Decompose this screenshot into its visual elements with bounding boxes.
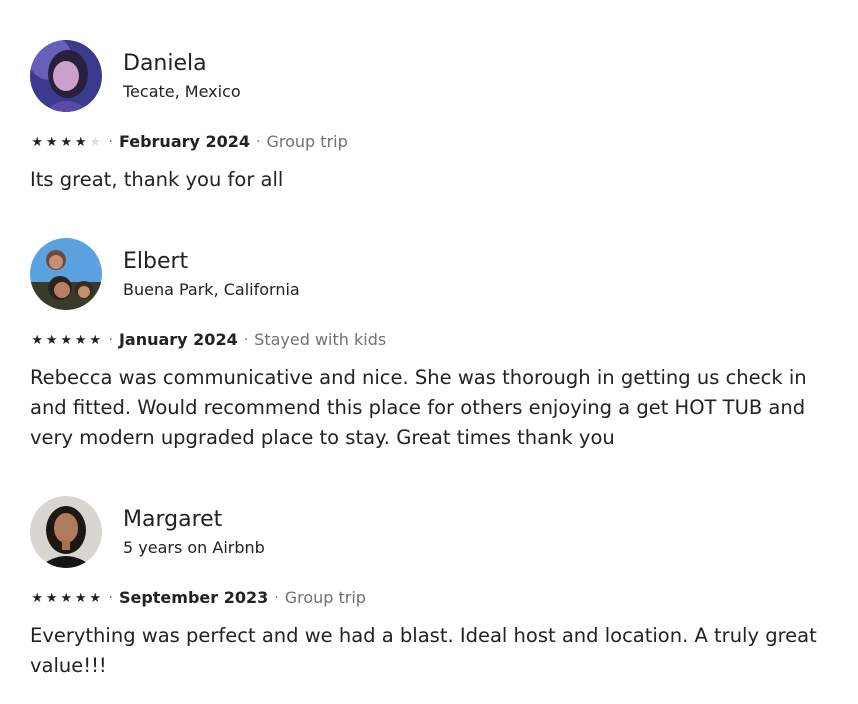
review-text: Rebecca was communicative and nice. She … (30, 366, 807, 449)
reviewer-name: Elbert (123, 248, 189, 274)
separator-dot: · (108, 590, 113, 606)
star-icon: ★ (89, 134, 102, 150)
star-icon: ★ (31, 134, 44, 150)
review-card: Margaret 5 years on Airbnb ★ ★ ★ ★ ★ · Septe… (30, 496, 840, 681)
avatar[interactable] (30, 496, 102, 568)
star-icon: ★ (45, 332, 58, 348)
star-icon: ★ (60, 134, 73, 150)
separator-dot: · (243, 332, 249, 348)
review-text: Its great, thank you for all (30, 168, 284, 191)
review-meta: ★ ★ ★ ★ ★ · January 2024 · Stayed with kids (30, 330, 840, 350)
trip-type: Group trip (284, 588, 366, 607)
separator-dot: · (108, 134, 113, 150)
reviewer-header: Daniela Tecate, Mexico (30, 40, 840, 112)
star-icon: ★ (45, 134, 58, 150)
review-date: January 2024 (118, 330, 238, 349)
star-icon: ★ (45, 590, 58, 606)
separator-dot: · (274, 590, 279, 606)
star-icon: ★ (89, 590, 102, 606)
review-date: September 2023 (118, 588, 269, 607)
star-icon: ★ (74, 134, 87, 150)
star-icon: ★ (74, 332, 87, 348)
review-meta: ★ ★ ★ ★ ★ · September 2023 · Group trip (30, 588, 840, 608)
review-card: Daniela Tecate, Mexico ★ ★ ★ ★ ★ · February … (30, 40, 840, 195)
trip-type: Stayed with kids (254, 330, 387, 349)
star-icon: ★ (31, 332, 44, 348)
star-icon: ★ (60, 332, 73, 348)
star-rating: ★ ★ ★ ★ ★ (30, 592, 103, 605)
trip-type: Group trip (266, 132, 348, 151)
review-meta: ★ ★ ★ ★ ★ · February 2024 · Group trip (30, 132, 840, 152)
avatar[interactable] (30, 238, 102, 310)
star-icon: ★ (89, 332, 102, 348)
reviewer-location: Buena Park, California (123, 279, 300, 299)
star-icon: ★ (60, 590, 73, 606)
review-date: February 2024 (118, 132, 251, 151)
reviewer-location: Tecate, Mexico (123, 81, 241, 101)
separator-dot: · (256, 134, 261, 150)
star-rating: ★ ★ ★ ★ ★ (30, 334, 103, 347)
star-icon: ★ (31, 590, 44, 606)
star-rating: ★ ★ ★ ★ ★ (30, 136, 103, 149)
separator-dot: · (108, 332, 113, 348)
reviewer-header: Margaret 5 years on Airbnb (30, 496, 840, 568)
review-card: Elbert Buena Park, California ★ ★ ★ ★ ★ · Ja… (30, 238, 840, 453)
star-icon: ★ (74, 590, 87, 606)
reviewer-header: Elbert Buena Park, California (30, 238, 840, 310)
review-text: Everything was perfect and we had a blas… (30, 624, 817, 677)
reviewer-name: Margaret (123, 506, 223, 532)
reviewer-tenure: 5 years on Airbnb (123, 537, 265, 557)
avatar[interactable] (30, 40, 102, 112)
reviewer-name: Daniela (123, 50, 207, 76)
